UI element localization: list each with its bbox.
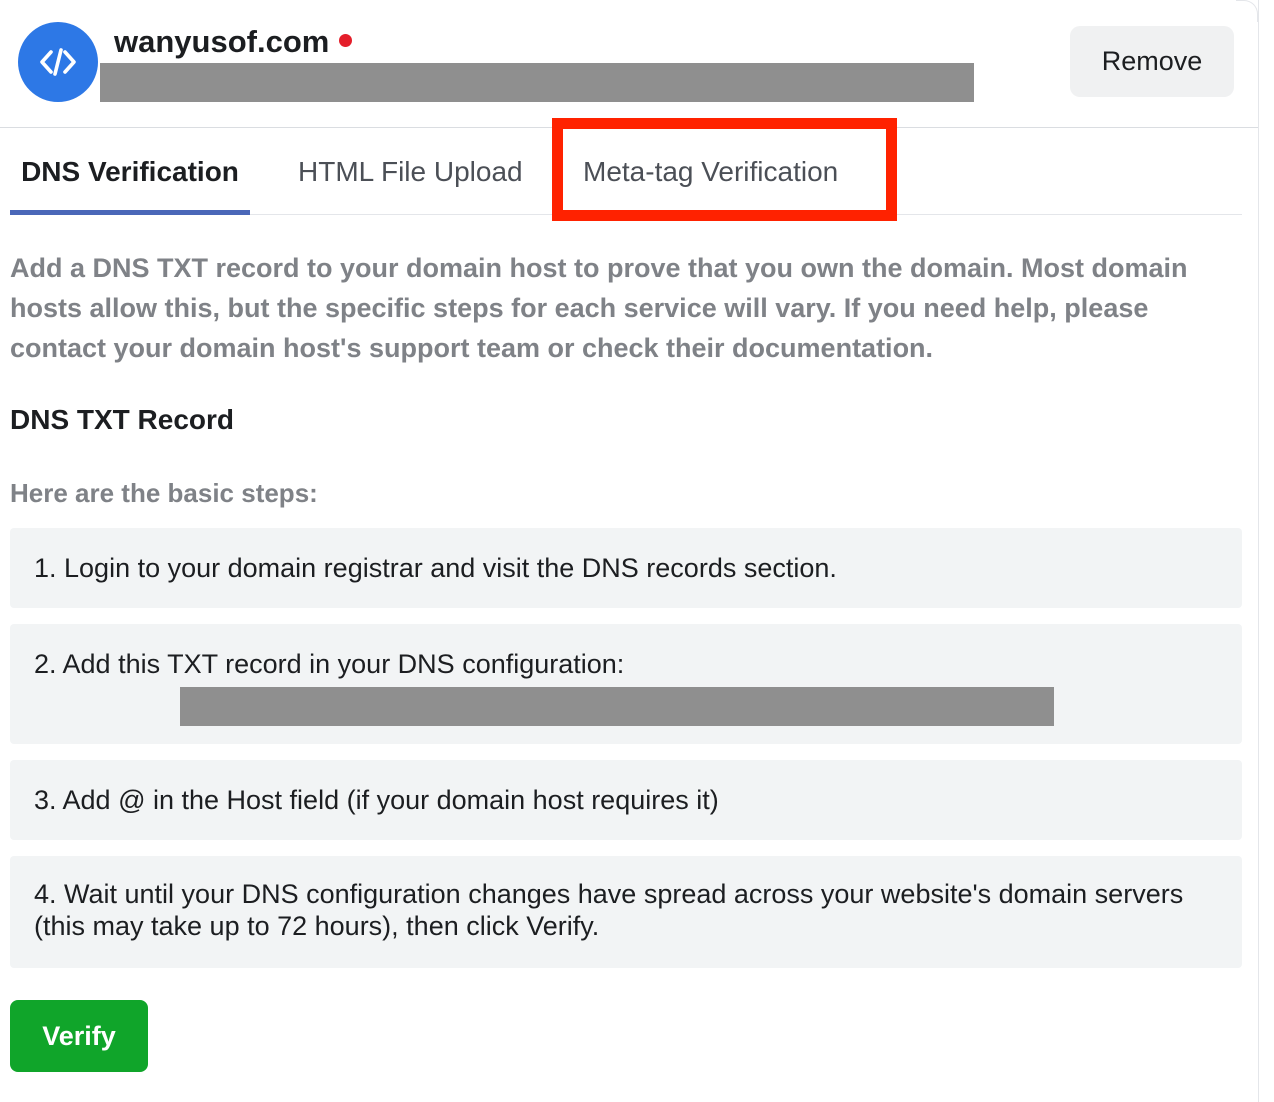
highlight-annotation (552, 118, 897, 221)
step-text: 2. Add this TXT record in your DNS confi… (34, 649, 625, 679)
verify-button[interactable]: Verify (10, 1000, 148, 1072)
step-item: 3. Add @ in the Host field (if your doma… (10, 760, 1242, 840)
domain-name-text: wanyusof.com (114, 24, 330, 59)
step-item: 2. Add this TXT record in your DNS confi… (10, 624, 1242, 744)
active-tab-indicator (10, 210, 250, 215)
domain-header: wanyusof.com Remove (0, 0, 1258, 128)
step-item: 1. Login to your domain registrar and vi… (10, 528, 1242, 608)
txt-record-value (180, 687, 1054, 726)
code-icon (18, 22, 98, 102)
redacted-text (100, 63, 974, 102)
panel-border (1258, 0, 1259, 1102)
intro-text: Add a DNS TXT record to your domain host… (10, 253, 1188, 363)
status-dot (339, 34, 353, 47)
steps-heading: Here are the basic steps: (10, 478, 318, 508)
remove-button[interactable]: Remove (1070, 26, 1234, 97)
section-title: DNS TXT Record (10, 404, 235, 435)
step-item: 4. Wait until your DNS configuration cha… (10, 856, 1242, 968)
tab-html-file-upload[interactable]: HTML File Upload (298, 128, 523, 214)
tab-dns-verification[interactable]: DNS Verification (10, 128, 250, 214)
domain-name: wanyusof.com (114, 22, 353, 62)
domain-verification-panel: wanyusof.com Remove DNS Verification HTM… (0, 0, 1274, 1102)
